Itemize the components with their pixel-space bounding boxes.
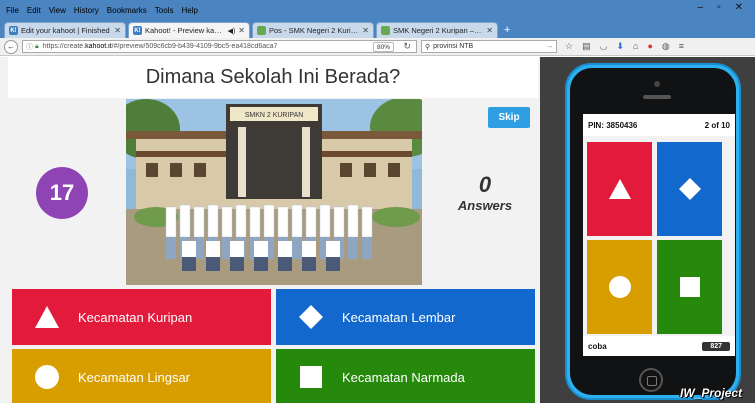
menu-bar: File Edit View History Bookmarks Tools H… — [0, 0, 755, 20]
answers-label: Answers — [457, 198, 513, 213]
globe-icon[interactable]: ◍ — [662, 41, 670, 52]
tab-edit-kahoot[interactable]: K! Edit your kahoot | Finished ✕ — [4, 22, 126, 38]
search-input[interactable]: provinsi NTB — [433, 43, 473, 50]
extension-icon[interactable]: ● — [647, 41, 652, 52]
window-controls: – ▫ ✕ — [698, 2, 752, 13]
navigation-bar: ← ⓘ 🔒︎ https://create.kahoot.it/#/previe… — [0, 38, 755, 56]
circle-icon — [608, 276, 631, 298]
tab-title: Kahoot! - Preview kahoo — [145, 26, 226, 35]
close-tab-icon[interactable]: ✕ — [238, 26, 245, 35]
speaker-icon[interactable]: ◀) — [228, 27, 236, 35]
phone-answer-yellow[interactable] — [587, 240, 652, 334]
download-icon[interactable]: ⬇ — [616, 41, 624, 52]
phone-mockup: PIN: 3850436 2 of 10 coba 827 — [565, 63, 741, 400]
close-tab-icon[interactable]: ✕ — [114, 26, 121, 35]
school-photo-illustration: SMKN 2 KURIPAN — [126, 99, 422, 285]
answer-label: Kecamatan Kuripan — [78, 309, 193, 325]
zoom-indicator[interactable]: 80% — [372, 42, 394, 52]
answer-option-lembar[interactable]: Kecamatan Lembar — [276, 289, 535, 345]
player-bar: coba 827 — [583, 336, 735, 356]
game-pin: PIN: 3850436 — [588, 120, 638, 130]
phone-answer-red[interactable] — [587, 142, 652, 236]
menu-edit[interactable]: Edit — [27, 6, 41, 15]
search-box[interactable]: ⚲ provinsi NTB → — [421, 40, 557, 53]
phone-answer-blue[interactable] — [657, 142, 722, 236]
triangle-icon — [35, 306, 59, 328]
player-name: coba — [588, 341, 607, 351]
minimize-icon[interactable]: – — [698, 2, 704, 13]
svg-text:SMKN 2 KURIPAN: SMKN 2 KURIPAN — [245, 112, 304, 119]
tab-bar: K! Edit your kahoot | Finished ✕ K! Kaho… — [0, 20, 755, 38]
close-tab-icon[interactable]: ✕ — [486, 26, 493, 35]
diamond-icon — [299, 305, 323, 329]
menu-help[interactable]: Help — [181, 6, 197, 15]
phone-body: PIN: 3850436 2 of 10 coba 827 — [570, 68, 736, 395]
tab-title: Pos - SMK Negeri 2 Kuripan — [269, 26, 360, 35]
home-button[interactable] — [639, 368, 663, 392]
question-image: SMKN 2 KURIPAN — [126, 99, 422, 285]
pocket-icon[interactable]: ◡ — [600, 41, 608, 52]
reload-icon[interactable]: ↻ — [403, 41, 411, 52]
phone-answer-green[interactable] — [657, 240, 722, 334]
question-progress: 2 of 10 — [704, 120, 730, 130]
speaker-grille — [643, 95, 671, 99]
home-icon[interactable]: ⌂ — [633, 41, 638, 52]
site-favicon-icon — [257, 26, 266, 35]
question-title: Dimana Sekolah Ini Berada? — [8, 57, 538, 98]
answers-number: 0 — [478, 172, 492, 197]
lock-icon: 🔒︎ — [35, 42, 39, 50]
answer-label: Kecamatan Lingsar — [78, 369, 191, 385]
player-score: 827 — [702, 341, 730, 351]
site-favicon-icon — [381, 26, 390, 35]
tab-title: Edit your kahoot | Finished — [21, 26, 110, 35]
kahoot-favicon-icon: K! — [133, 26, 142, 35]
menu-tools[interactable]: Tools — [155, 6, 174, 15]
tab-title: SMK Negeri 2 Kuripan – Pan — [393, 26, 484, 35]
answers-counter: 0 Answers — [452, 172, 518, 213]
url-text: https://create.kahoot.it/#/preview/509c6… — [42, 43, 278, 50]
back-arrow-icon: ← — [7, 42, 15, 51]
answer-option-kuripan[interactable]: Kecamatan Kuripan — [12, 289, 271, 345]
tab-kahoot-preview[interactable]: K! Kahoot! - Preview kahoo ◀) ✕ — [128, 22, 250, 38]
close-tab-icon[interactable]: ✕ — [362, 26, 369, 35]
pin-bar: PIN: 3850436 2 of 10 — [583, 114, 735, 136]
diamond-icon — [678, 178, 701, 200]
kahoot-preview: Dimana Sekolah Ini Berada? 17 SMKN 2 KUR… — [0, 57, 540, 403]
address-bar[interactable]: ⓘ 🔒︎ https://create.kahoot.it/#/preview/… — [22, 40, 417, 53]
skip-button[interactable]: Skip — [488, 107, 530, 128]
back-button[interactable]: ← — [4, 39, 18, 54]
close-window-icon[interactable]: ✕ — [735, 2, 743, 13]
circle-icon — [35, 365, 59, 389]
tab-smk-kuripan[interactable]: SMK Negeri 2 Kuripan – Pan ✕ — [376, 22, 498, 38]
bookmark-star-icon[interactable]: ☆ — [565, 41, 573, 52]
square-icon — [300, 366, 322, 388]
search-icon: ⚲ — [425, 43, 431, 51]
answer-option-lingsar[interactable]: Kecamatan Lingsar — [12, 349, 271, 403]
phone-screen: PIN: 3850436 2 of 10 coba 827 — [583, 114, 735, 356]
tab-pos-smk[interactable]: Pos - SMK Negeri 2 Kuripan ✕ — [252, 22, 374, 38]
search-go-icon[interactable]: → — [546, 43, 553, 50]
menu-history[interactable]: History — [74, 6, 99, 15]
menu-icon[interactable]: ≡ — [679, 41, 684, 52]
camera-icon — [654, 81, 660, 87]
triangle-icon — [608, 179, 631, 199]
answer-label: Kecamatan Lembar — [342, 309, 456, 325]
new-tab-button[interactable]: + — [504, 24, 510, 36]
reading-list-icon[interactable]: ▤ — [582, 41, 591, 52]
square-icon — [679, 277, 700, 297]
countdown-timer: 17 — [36, 167, 88, 219]
watermark: IW_Project — [680, 386, 743, 400]
menu-file[interactable]: File — [6, 6, 19, 15]
menu-bookmarks[interactable]: Bookmarks — [107, 6, 147, 15]
answer-option-narmada[interactable]: Kecamatan Narmada — [276, 349, 535, 403]
kahoot-favicon-icon: K! — [9, 26, 18, 35]
maximize-icon[interactable]: ▫ — [717, 2, 721, 13]
info-icon[interactable]: ⓘ — [26, 42, 33, 52]
toolbar-icons: ☆ ▤ ◡ ⬇ ⌂ ● ◍ ≡ — [565, 41, 684, 52]
menu-view[interactable]: View — [49, 6, 66, 15]
answer-label: Kecamatan Narmada — [342, 369, 465, 385]
